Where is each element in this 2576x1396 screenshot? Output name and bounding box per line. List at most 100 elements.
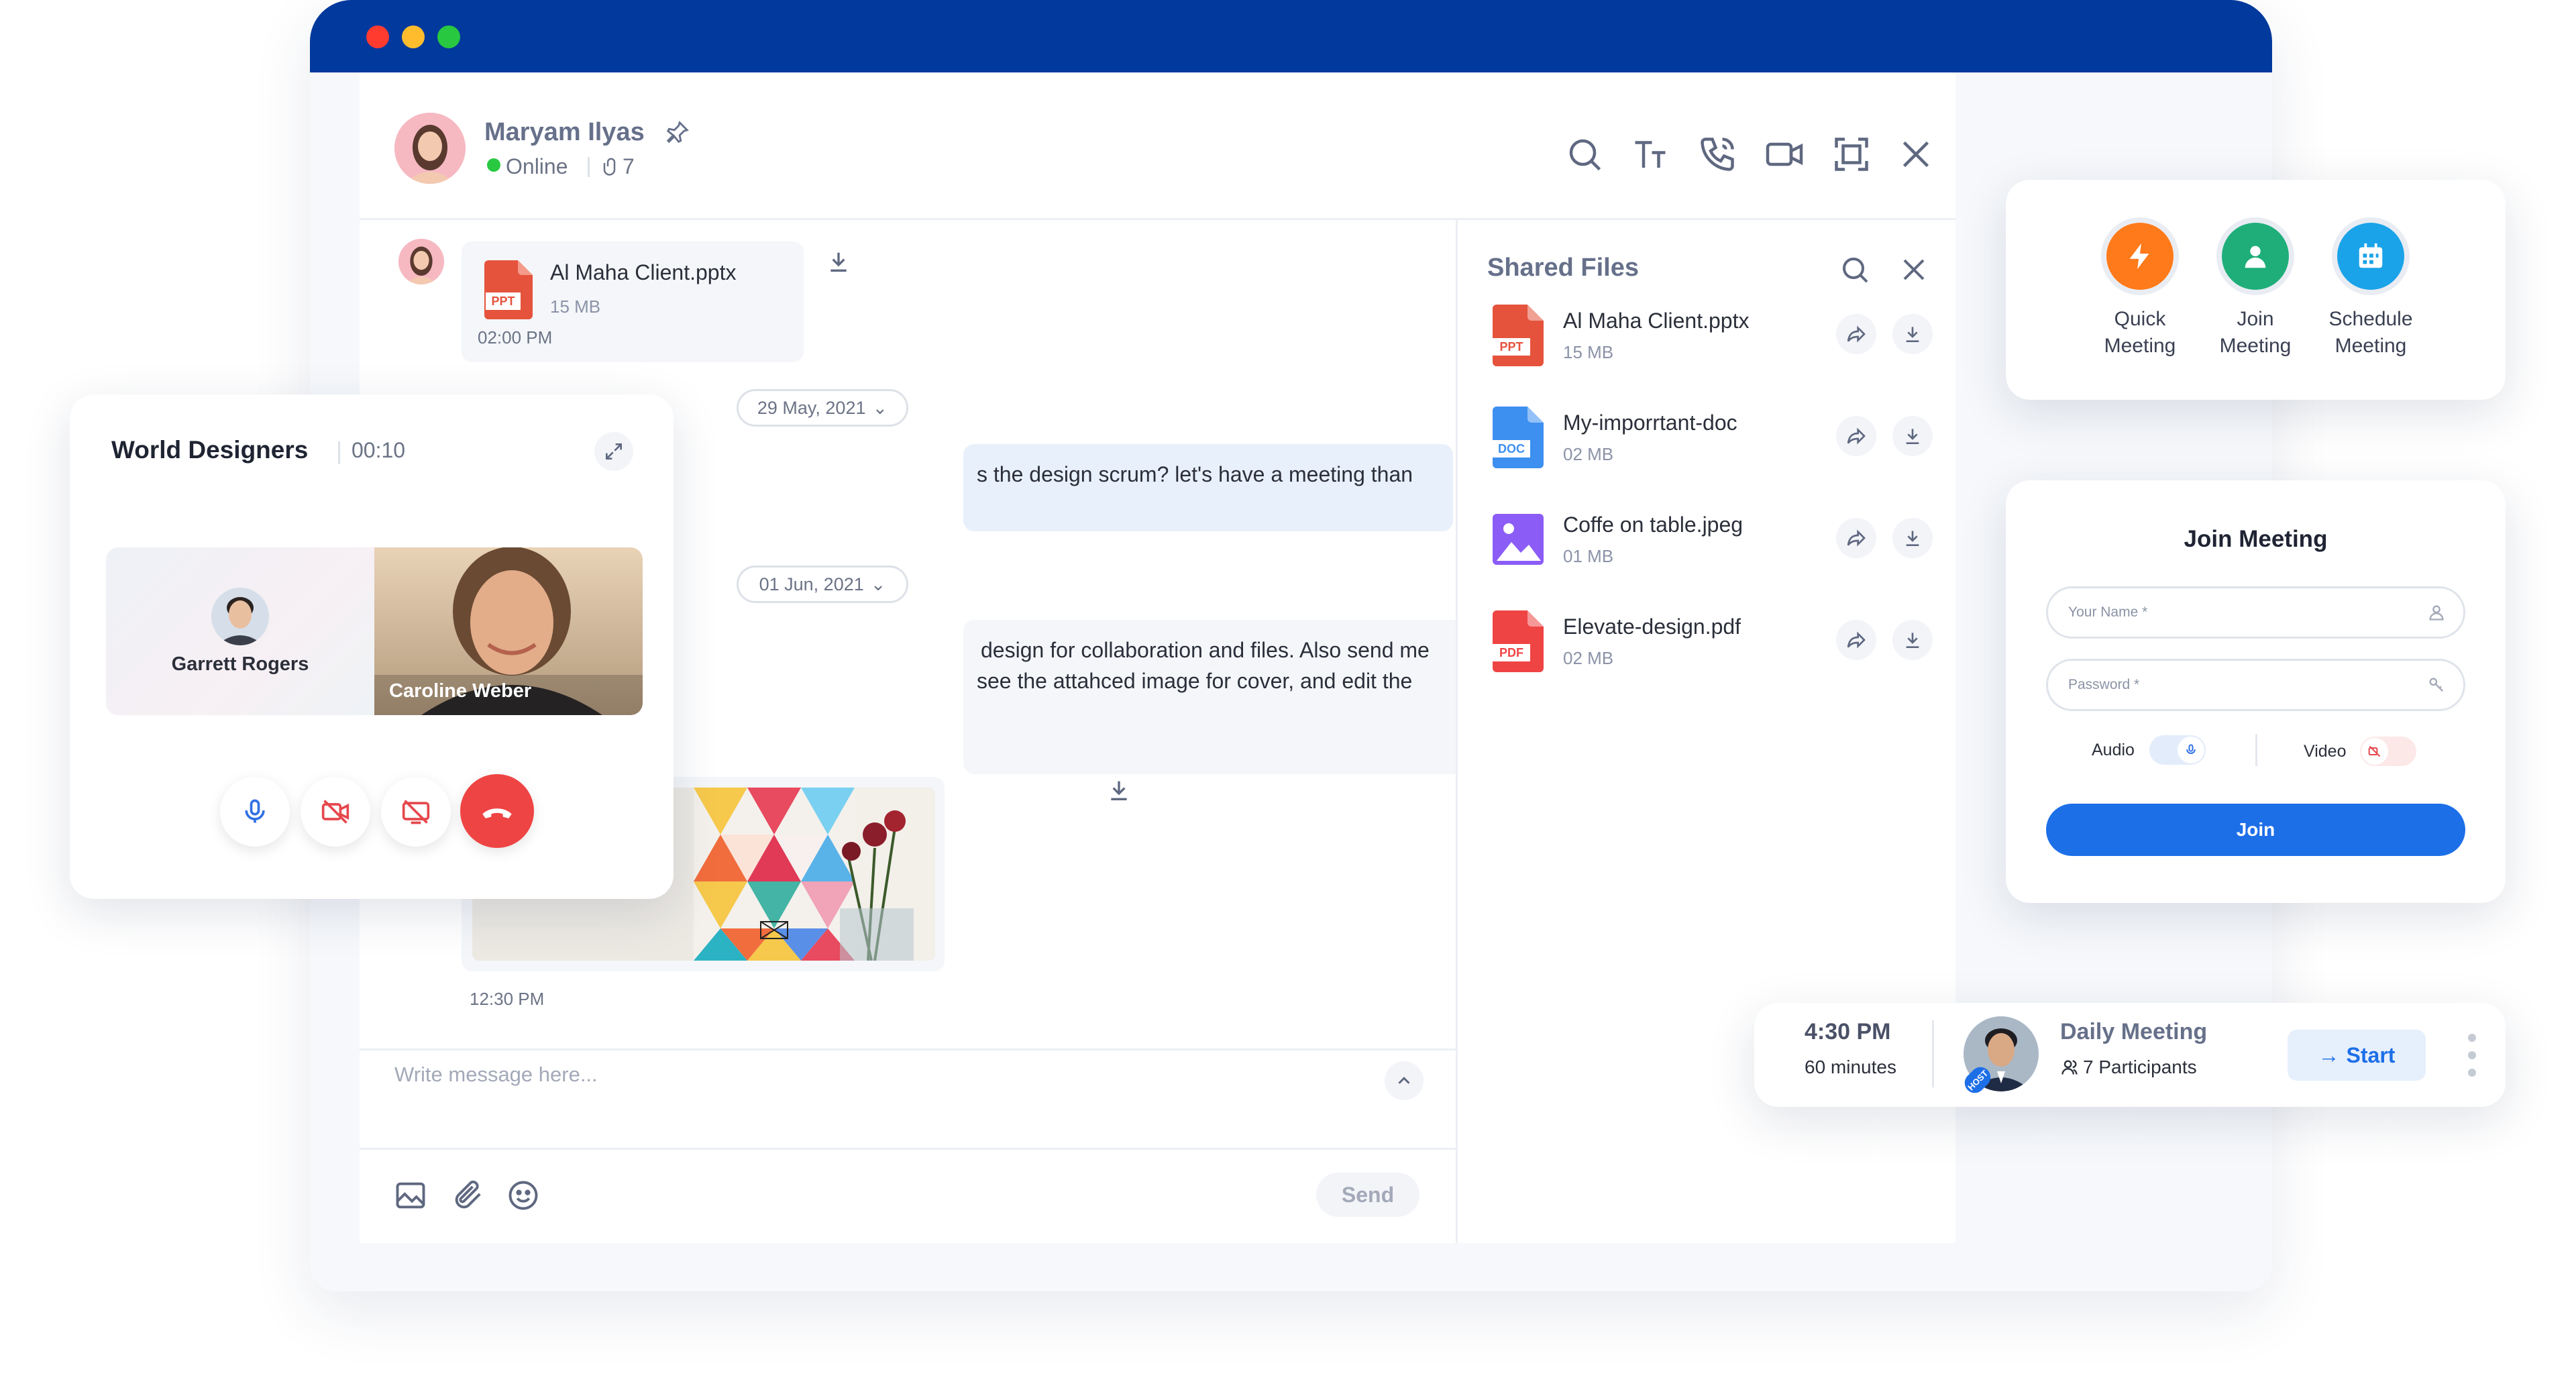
- share-icon: [1847, 631, 1866, 649]
- maximize-window-dot[interactable]: [437, 25, 460, 48]
- date-separator[interactable]: 29 May, 2021 ⌄: [737, 389, 908, 427]
- download-icon: [1906, 327, 1919, 342]
- shared-file-row[interactable]: PPT Al Maha Client.pptx 15 MB: [1493, 302, 1933, 382]
- phone-icon[interactable]: [1697, 134, 1737, 174]
- share-icon: [1847, 325, 1866, 343]
- participant-count: 7 Participants: [2083, 1057, 2197, 1077]
- emoji-icon[interactable]: [506, 1178, 541, 1213]
- user-icon: [2427, 603, 2446, 622]
- download-button[interactable]: [1892, 314, 1933, 354]
- start-meeting-button[interactable]: → Start: [2288, 1030, 2426, 1081]
- video-toggle[interactable]: [2360, 737, 2416, 766]
- shared-file-row[interactable]: Coffe on table.jpeg 01 MB: [1493, 506, 1933, 586]
- participant-tile[interactable]: Caroline Weber: [374, 547, 643, 715]
- share-button[interactable]: [1836, 314, 1876, 354]
- search-icon[interactable]: [1564, 134, 1605, 174]
- share-button[interactable]: [1836, 416, 1876, 456]
- meeting-label: Schedule: [2328, 308, 2413, 330]
- file-name: Al Maha Client.pptx: [1563, 309, 1750, 333]
- expand-call-button[interactable]: [594, 432, 633, 471]
- download-icon[interactable]: [1106, 777, 1132, 804]
- download-button[interactable]: [1892, 518, 1933, 558]
- pin-icon[interactable]: [665, 119, 690, 145]
- call-duration: 00:10: [352, 438, 406, 462]
- download-icon: [1906, 429, 1919, 444]
- divider: [1932, 1020, 1934, 1087]
- text-message-bubble: s the design scrum? let's have a meeting…: [963, 444, 1453, 531]
- fullscreen-icon[interactable]: [1831, 134, 1872, 174]
- lightning-icon: [2106, 223, 2174, 290]
- join-meeting-icon-wrap: [2216, 217, 2294, 295]
- message-text: s the design scrum? let's have a meeting…: [977, 462, 1413, 486]
- divider: [2255, 734, 2257, 766]
- download-button[interactable]: [1892, 620, 1933, 660]
- date-separator[interactable]: 01 Jun, 2021 ⌄: [737, 566, 908, 603]
- name-field[interactable]: Your Name *: [2046, 586, 2465, 639]
- microphone-icon: [245, 799, 265, 823]
- microphone-button[interactable]: [220, 777, 290, 847]
- message-text-line-2: see the attahced image for cover, and ed…: [977, 669, 1413, 693]
- arrow-right-icon: →: [2318, 1042, 2340, 1067]
- start-label: Start: [2346, 1042, 2396, 1067]
- share-icon: [1847, 529, 1866, 547]
- participant-tile[interactable]: Garrett Rogers: [106, 547, 374, 715]
- end-call-button[interactable]: [460, 774, 534, 848]
- svg-text:DOC: DOC: [1498, 442, 1525, 455]
- quick-meeting-button[interactable]: Quick Meeting: [2073, 217, 2207, 360]
- message-composer: Write message here... Send: [360, 1049, 1456, 1243]
- join-meeting-button[interactable]: Join Meeting: [2188, 217, 2322, 360]
- password-field[interactable]: Password *: [2046, 659, 2465, 711]
- share-button[interactable]: [1836, 620, 1876, 660]
- search-icon[interactable]: [1839, 254, 1871, 286]
- panel-title: Shared Files: [1487, 254, 1639, 282]
- send-button[interactable]: Send: [1316, 1173, 1419, 1217]
- file-message-bubble[interactable]: PPT Al Maha Client.pptx 15 MB 02:00 PM: [462, 241, 804, 362]
- microphone-icon: [2178, 737, 2204, 763]
- status-text: Online: [506, 154, 568, 178]
- participant-name: Garrett Rogers: [171, 653, 309, 675]
- text-size-icon[interactable]: [1630, 134, 1670, 174]
- share-button[interactable]: [1836, 518, 1876, 558]
- download-button[interactable]: [1892, 416, 1933, 456]
- meeting-label: Quick: [2114, 308, 2166, 330]
- close-window-dot[interactable]: [366, 25, 389, 48]
- minimize-window-dot[interactable]: [402, 25, 425, 48]
- video-icon[interactable]: [1764, 134, 1805, 174]
- image-icon[interactable]: [393, 1178, 428, 1213]
- close-icon[interactable]: [1896, 134, 1936, 174]
- chevron-down-icon: ⌄: [870, 574, 886, 594]
- video-off-icon: [321, 800, 350, 824]
- download-icon[interactable]: [825, 248, 852, 275]
- expand-composer-button[interactable]: [1385, 1061, 1424, 1100]
- download-icon: [1906, 633, 1919, 648]
- message-input[interactable]: Write message here...: [394, 1063, 598, 1087]
- close-icon[interactable]: [1898, 254, 1930, 286]
- date-label: 29 May, 2021: [757, 397, 866, 418]
- meeting-label: Join: [2237, 308, 2274, 330]
- join-button[interactable]: Join: [2046, 804, 2465, 856]
- contact-name[interactable]: Maryam Ilyas: [484, 118, 645, 147]
- schedule-meeting-icon-wrap: [2332, 217, 2410, 295]
- divider: [360, 1148, 1456, 1150]
- participants-icon: [2060, 1058, 2079, 1077]
- contact-avatar[interactable]: [394, 113, 466, 184]
- meeting-title: Daily Meeting: [2060, 1019, 2208, 1044]
- schedule-meeting-button[interactable]: Schedule Meeting: [2304, 217, 2438, 360]
- paperclip-icon[interactable]: [451, 1178, 486, 1213]
- svg-text:PDF: PDF: [1499, 646, 1523, 659]
- join-title: Join Meeting: [2184, 526, 2328, 552]
- call-title: World Designers: [111, 436, 309, 464]
- camera-off-button[interactable]: [301, 777, 370, 847]
- file-size: 15 MB: [550, 297, 601, 317]
- divider: [588, 157, 590, 177]
- hang-up-icon: [482, 808, 512, 818]
- shared-file-row[interactable]: DOC My-imporrtant-doc 02 MB: [1493, 404, 1933, 484]
- screen-share-off-button[interactable]: [381, 777, 451, 847]
- shared-file-row[interactable]: PDF Elevate-design.pdf 02 MB: [1493, 608, 1933, 688]
- file-size: 02 MB: [1563, 648, 1614, 668]
- svg-text:PPT: PPT: [491, 294, 515, 308]
- meeting-time: 4:30 PM: [1805, 1019, 1891, 1044]
- audio-toggle[interactable]: [2149, 735, 2206, 765]
- more-options-icon[interactable]: [2465, 1031, 2479, 1078]
- message-text-line-1: design for collaboration and files. Also…: [981, 638, 1430, 662]
